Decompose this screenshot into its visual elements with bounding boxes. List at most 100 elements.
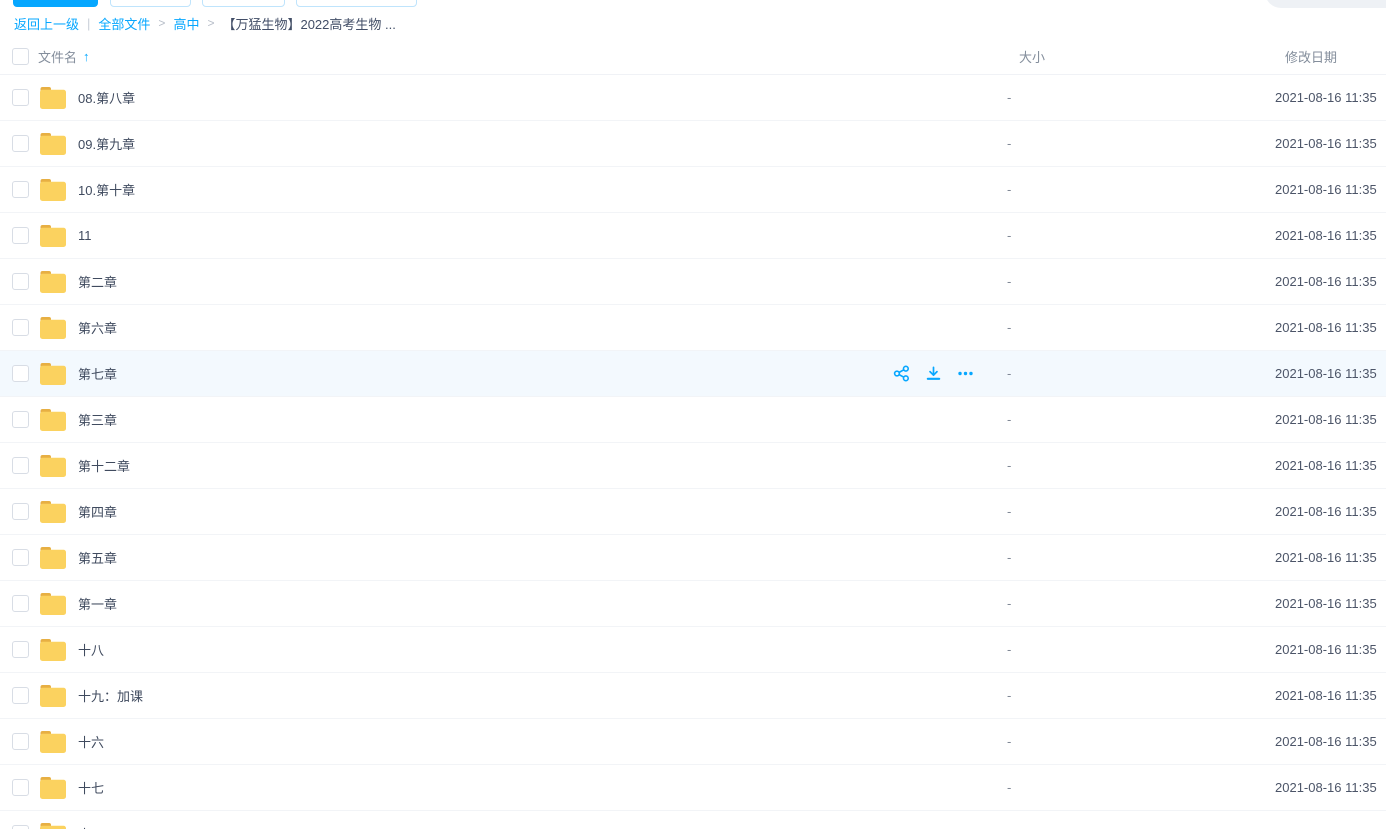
search-pill[interactable] xyxy=(1265,0,1386,8)
row-checkbox[interactable] xyxy=(12,733,29,750)
folder-icon xyxy=(40,639,66,661)
row-checkbox[interactable] xyxy=(12,365,29,382)
table-row[interactable]: 第六章 xyxy=(0,305,1386,351)
file-name[interactable]: 十三 xyxy=(78,824,104,829)
table-row[interactable]: 10.第十章 xyxy=(0,167,1386,213)
breadcrumb-link-gaozhong[interactable]: 高中 xyxy=(173,14,199,33)
column-header-filename[interactable]: 文件名 xyxy=(38,47,77,66)
file-name[interactable]: 第五章 xyxy=(78,548,117,567)
table-row[interactable]: 11 xyxy=(0,213,1386,259)
breadcrumb-divider: | xyxy=(87,16,90,31)
toolbar xyxy=(0,0,1386,8)
file-name[interactable]: 第一章 xyxy=(78,594,117,613)
sort-ascending-icon[interactable]: ↑ xyxy=(83,49,90,64)
row-name-cell: 十八 xyxy=(0,627,1007,672)
table-row[interactable]: 第二章 xyxy=(0,259,1386,305)
toolbar-button-2[interactable] xyxy=(110,0,191,7)
row-checkbox[interactable] xyxy=(12,457,29,474)
table-row[interactable]: 十三 xyxy=(0,811,1386,829)
row-checkbox[interactable] xyxy=(12,89,29,106)
file-modified-date: 2021-08-16 11:35 xyxy=(1275,780,1386,795)
toolbar-primary-button[interactable] xyxy=(13,0,98,7)
row-checkbox[interactable] xyxy=(12,641,29,658)
file-name[interactable]: 10.第十章 xyxy=(78,180,135,199)
table-row[interactable]: 十七 xyxy=(0,765,1386,811)
row-checkbox[interactable] xyxy=(12,595,29,612)
row-checkbox[interactable] xyxy=(12,181,29,198)
file-modified-date: 2021-08-16 11:35 xyxy=(1275,458,1386,473)
row-checkbox[interactable] xyxy=(12,503,29,520)
folder-icon xyxy=(40,777,66,799)
file-name[interactable]: 十七 xyxy=(78,778,104,797)
table-row[interactable]: 第四章 xyxy=(0,489,1386,535)
row-checkbox[interactable] xyxy=(12,687,29,704)
table-row[interactable]: 第五章 xyxy=(0,535,1386,581)
row-name-cell: 十三 xyxy=(0,811,1007,829)
row-checkbox[interactable] xyxy=(12,825,29,829)
file-modified-date: 2021-08-16 11:35 xyxy=(1275,504,1386,519)
folder-icon xyxy=(40,731,66,753)
file-name[interactable]: 第四章 xyxy=(78,502,117,521)
row-name-cell: 十六 xyxy=(0,719,1007,764)
row-name-cell: 第六章 xyxy=(0,305,1007,350)
share-icon[interactable] xyxy=(893,365,910,382)
folder-icon xyxy=(40,823,66,829)
more-icon[interactable] xyxy=(957,365,974,382)
select-all-checkbox[interactable] xyxy=(12,48,29,65)
table-row[interactable]: 十八 xyxy=(0,627,1386,673)
row-checkbox[interactable] xyxy=(12,319,29,336)
table-row[interactable]: 十六 xyxy=(0,719,1386,765)
row-checkbox[interactable] xyxy=(12,227,29,244)
file-name[interactable]: 08.第八章 xyxy=(78,88,135,107)
row-name-cell: 08.第八章 xyxy=(0,75,1007,120)
table-row[interactable]: 十九：加课 xyxy=(0,673,1386,719)
table-row[interactable]: 08.第八章 xyxy=(0,75,1386,121)
file-name[interactable]: 第六章 xyxy=(78,318,117,337)
breadcrumb-current-folder: 【万猛生物】2022高考生物 ... xyxy=(222,14,395,33)
row-name-cell: 第十二章 xyxy=(0,443,1007,488)
column-header-modified[interactable]: 修改日期 xyxy=(1275,47,1386,66)
column-header-size[interactable]: 大小 xyxy=(1007,47,1275,66)
file-size: - xyxy=(1007,136,1275,151)
row-name-cell: 第四章 xyxy=(0,489,1007,534)
row-name-cell: 11 xyxy=(0,213,1007,258)
row-checkbox[interactable] xyxy=(12,273,29,290)
file-name[interactable]: 09.第九章 xyxy=(78,134,135,153)
file-name[interactable]: 11 xyxy=(78,228,92,243)
download-icon[interactable] xyxy=(925,365,942,382)
table-header-name-cell: 文件名 ↑ xyxy=(0,47,1007,66)
table-row[interactable]: 09.第九章 xyxy=(0,121,1386,167)
row-name-cell: 第三章 xyxy=(0,397,1007,442)
chevron-right-icon: > xyxy=(207,16,214,30)
row-checkbox[interactable] xyxy=(12,779,29,796)
file-name[interactable]: 十六 xyxy=(78,732,104,751)
file-name[interactable]: 第二章 xyxy=(78,272,117,291)
table-row[interactable]: 第十二章 xyxy=(0,443,1386,489)
file-name[interactable]: 十八 xyxy=(78,640,104,659)
breadcrumb-link-all-files[interactable]: 全部文件 xyxy=(98,14,150,33)
row-name-cell: 第二章 xyxy=(0,259,1007,304)
table-row[interactable]: 第一章 xyxy=(0,581,1386,627)
row-checkbox[interactable] xyxy=(12,135,29,152)
folder-icon xyxy=(40,593,66,615)
file-modified-date: 2021-08-16 11:35 xyxy=(1275,412,1386,427)
row-checkbox[interactable] xyxy=(12,411,29,428)
table-row[interactable]: 第三章 xyxy=(0,397,1386,443)
folder-icon xyxy=(40,547,66,569)
file-size: - xyxy=(1007,780,1275,795)
file-name[interactable]: 第十二章 xyxy=(78,456,130,475)
folder-icon xyxy=(40,87,66,109)
breadcrumb-back-link[interactable]: 返回上一级 xyxy=(14,14,79,33)
file-name[interactable]: 第三章 xyxy=(78,410,117,429)
row-checkbox[interactable] xyxy=(12,549,29,566)
folder-icon xyxy=(40,317,66,339)
file-modified-date: 2021-08-16 11:35 xyxy=(1275,274,1386,289)
file-name[interactable]: 十九：加课 xyxy=(78,686,143,705)
table-row[interactable]: 第七章 xyxy=(0,351,1386,397)
file-name[interactable]: 第七章 xyxy=(78,364,117,383)
toolbar-button-3[interactable] xyxy=(202,0,285,7)
toolbar-button-4[interactable] xyxy=(296,0,417,7)
row-actions xyxy=(893,351,989,396)
folder-icon xyxy=(40,409,66,431)
row-name-cell: 09.第九章 xyxy=(0,121,1007,166)
